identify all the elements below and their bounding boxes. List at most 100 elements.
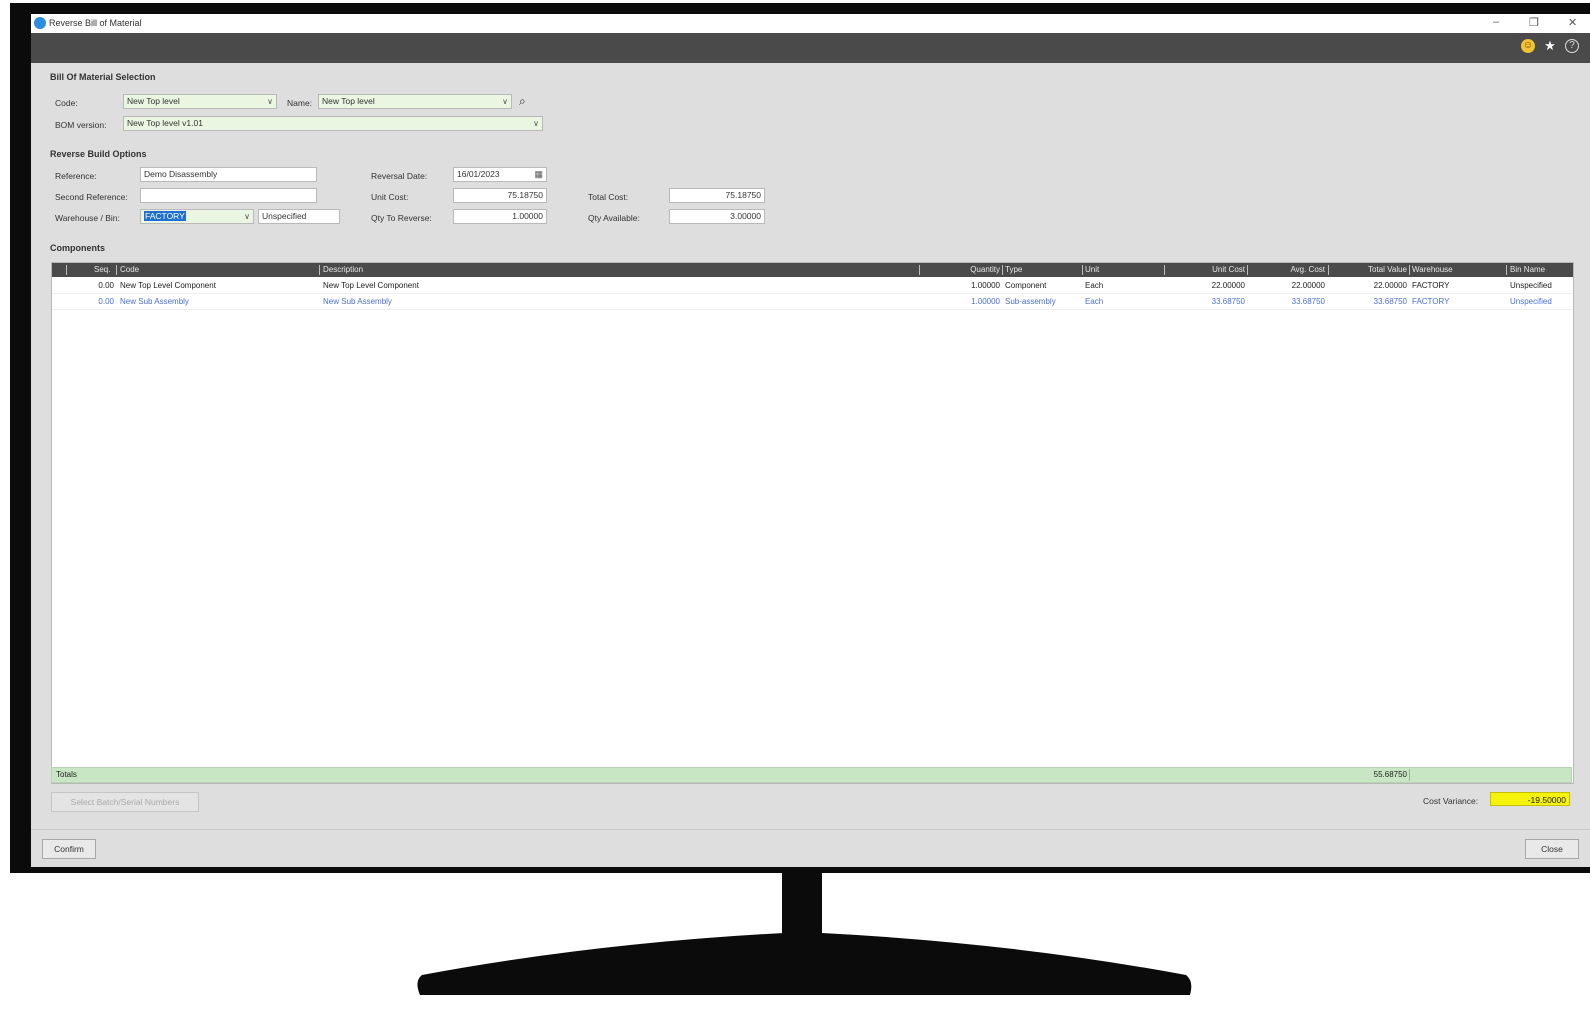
table-row[interactable]: 0.00 New Top Level Component New Top Lev… — [52, 278, 1573, 294]
code-dropdown[interactable]: New Top level ∨ — [123, 94, 277, 109]
chevron-down-icon: ∨ — [244, 212, 250, 221]
calendar-icon[interactable]: ▦ — [534, 168, 543, 181]
cell-bin: Unspecified — [1510, 297, 1552, 306]
cell-type: Sub-assembly — [1005, 297, 1056, 306]
reversal-date-label: Reversal Date: — [371, 171, 428, 181]
close-window-icon[interactable]: ✕ — [1568, 16, 1577, 29]
monitor-stand-base — [417, 933, 1192, 995]
warehouse-value: FACTORY — [144, 211, 186, 221]
col-total-value[interactable]: Total Value — [1337, 265, 1407, 274]
qty-to-reverse-input[interactable]: 1.00000 — [453, 209, 547, 224]
col-avg-cost[interactable]: Avg. Cost — [1257, 265, 1325, 274]
minimize-icon[interactable]: – — [1493, 16, 1499, 28]
grid-header: Seq. Code Description Quantity Type Unit… — [52, 263, 1573, 277]
qty-available-label: Qty Available: — [588, 213, 640, 223]
cell-description: New Sub Assembly — [323, 297, 392, 306]
column-separator — [319, 265, 320, 275]
smiley-icon[interactable]: ☺ — [1521, 39, 1535, 53]
cell-avg-cost: 22.00000 — [1291, 281, 1325, 290]
totals-row: Totals 55.68750 — [51, 767, 1572, 783]
window-title: Reverse Bill of Material — [49, 18, 142, 28]
cell-code: New Top Level Component — [120, 281, 216, 290]
name-dropdown[interactable]: New Top level ∨ — [318, 94, 512, 109]
select-batch-serial-button[interactable]: Select Batch/Serial Numbers — [51, 792, 199, 812]
reversal-date-input[interactable]: 16/01/2023 ▦ — [453, 167, 547, 182]
cell-avg-cost: 33.68750 — [1291, 297, 1325, 306]
column-separator — [1247, 265, 1248, 275]
warehouse-label: Warehouse / Bin: — [55, 213, 120, 223]
cell-type: Component — [1005, 281, 1047, 290]
unit-cost-input[interactable]: 75.18750 — [453, 188, 547, 203]
cost-variance-value: -19.50000 — [1490, 792, 1570, 806]
column-separator — [1328, 265, 1329, 275]
reference-input[interactable]: Demo Disassembly — [140, 167, 317, 182]
footer-divider — [31, 829, 1590, 830]
col-unit-cost[interactable]: Unit Cost — [1177, 265, 1245, 274]
col-unit[interactable]: Unit — [1085, 265, 1099, 274]
col-type[interactable]: Type — [1005, 265, 1022, 274]
second-reference-input[interactable] — [140, 188, 317, 203]
cell-description: New Top Level Component — [323, 281, 419, 290]
cell-warehouse: FACTORY — [1412, 281, 1450, 290]
reversal-date-value: 16/01/2023 — [457, 169, 500, 179]
qty-to-reverse-label: Qty To Reverse: — [371, 213, 432, 223]
chevron-down-icon: ∨ — [502, 97, 508, 106]
totals-label: Totals — [56, 770, 77, 779]
col-quantity[interactable]: Quantity — [942, 265, 1000, 274]
toolbar: ☺ ★ ? — [31, 33, 1590, 63]
cell-seq: 0.00 — [98, 297, 114, 306]
warehouse-dropdown[interactable]: FACTORY ∨ — [140, 209, 254, 224]
components-grid: Seq. Code Description Quantity Type Unit… — [51, 262, 1574, 784]
bin-input[interactable]: Unspecified — [258, 209, 340, 224]
star-icon[interactable]: ★ — [1543, 39, 1557, 53]
column-separator — [1082, 265, 1083, 275]
help-icon[interactable]: ? — [1565, 39, 1579, 53]
column-separator — [1409, 265, 1410, 275]
reference-label: Reference: — [55, 171, 97, 181]
application-window: Reverse Bill of Material – ❐ ✕ ☺ ★ ? Bil… — [31, 14, 1590, 867]
col-bin-name[interactable]: Bin Name — [1510, 265, 1545, 274]
cell-code: New Sub Assembly — [120, 297, 189, 306]
code-label: Code: — [55, 98, 78, 108]
second-reference-label: Second Reference: — [55, 192, 128, 202]
cell-unit-cost: 22.00000 — [1211, 281, 1245, 290]
total-cost-input[interactable]: 75.18750 — [669, 188, 765, 203]
cell-unit: Each — [1085, 281, 1104, 290]
app-icon — [34, 17, 46, 29]
cell-total-value: 33.68750 — [1373, 297, 1407, 306]
cell-bin: Unspecified — [1510, 281, 1552, 290]
chevron-down-icon: ∨ — [533, 119, 539, 128]
monitor-frame: Reverse Bill of Material – ❐ ✕ ☺ ★ ? Bil… — [10, 3, 1590, 873]
search-icon[interactable]: ⌕ — [519, 94, 526, 109]
chevron-down-icon: ∨ — [267, 97, 273, 106]
bom-selection-title: Bill Of Material Selection — [50, 72, 156, 82]
column-separator — [66, 265, 67, 275]
confirm-button[interactable]: Confirm — [42, 839, 96, 859]
close-button[interactable]: Close — [1525, 839, 1579, 859]
qty-available-input[interactable]: 3.00000 — [669, 209, 765, 224]
column-separator — [1506, 265, 1507, 275]
table-row[interactable]: 0.00 New Sub Assembly New Sub Assembly 1… — [52, 294, 1573, 310]
restore-icon[interactable]: ❐ — [1529, 16, 1539, 29]
totals-value: 55.68750 — [1373, 770, 1407, 779]
column-separator — [1164, 265, 1165, 275]
name-value: New Top level — [322, 96, 375, 106]
column-separator — [116, 265, 117, 275]
total-cost-label: Total Cost: — [588, 192, 629, 202]
column-separator — [1002, 265, 1003, 275]
col-description[interactable]: Description — [323, 265, 363, 274]
title-bar: Reverse Bill of Material – ❐ ✕ — [31, 14, 1590, 33]
col-warehouse[interactable]: Warehouse — [1412, 265, 1453, 274]
components-title: Components — [50, 243, 105, 253]
cost-variance-label: Cost Variance: — [1423, 796, 1479, 806]
reverse-build-title: Reverse Build Options — [50, 149, 147, 159]
bom-version-value: New Top level v1.01 — [127, 118, 203, 128]
column-separator — [1409, 769, 1410, 781]
col-code[interactable]: Code — [120, 265, 139, 274]
bom-version-label: BOM version: — [55, 120, 107, 130]
bom-version-dropdown[interactable]: New Top level v1.01 ∨ — [123, 116, 543, 131]
code-value: New Top level — [127, 96, 180, 106]
cell-warehouse: FACTORY — [1412, 297, 1450, 306]
unit-cost-label: Unit Cost: — [371, 192, 409, 202]
col-seq[interactable]: Seq. — [94, 265, 110, 274]
